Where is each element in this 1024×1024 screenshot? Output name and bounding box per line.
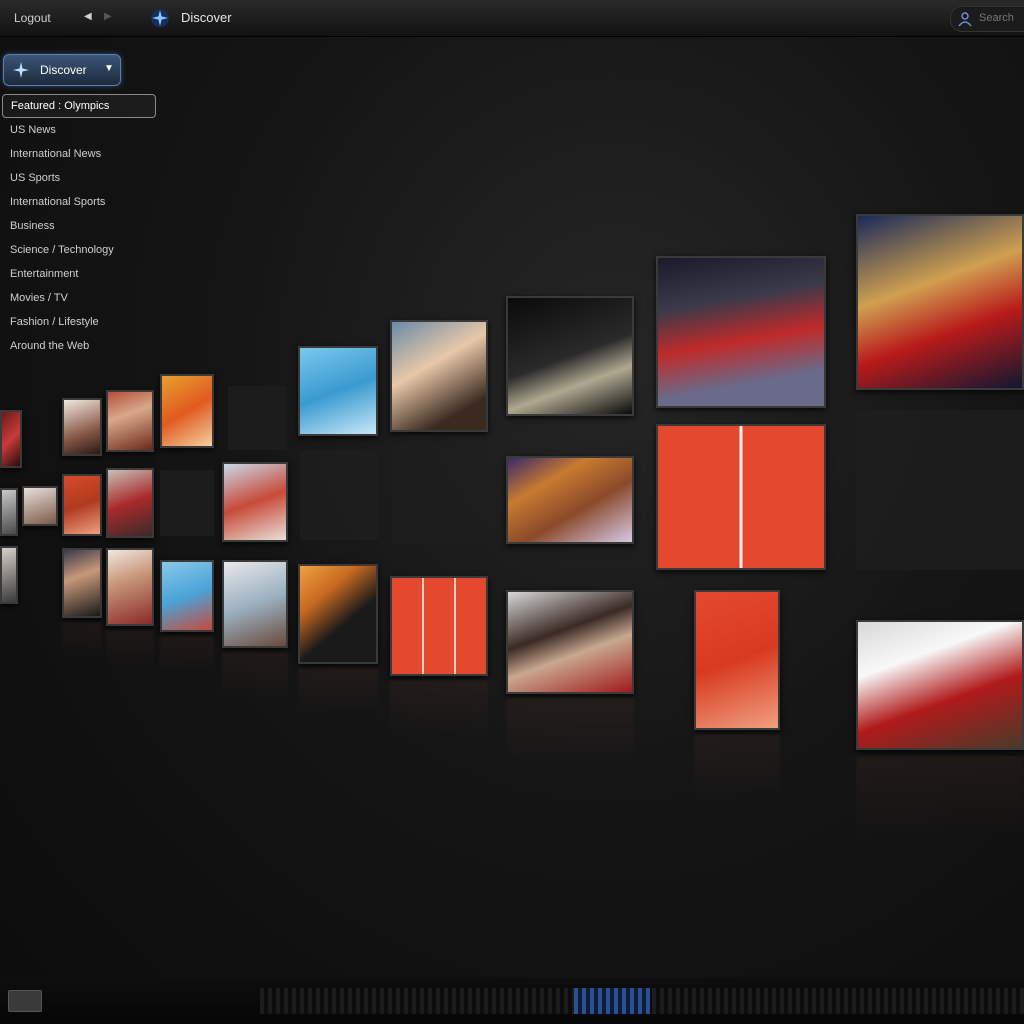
tile-reflection: [160, 636, 214, 676]
tile-woman-portrait[interactable]: [62, 398, 102, 456]
discover-label: Discover: [40, 63, 87, 77]
tile-team-photo[interactable]: [106, 390, 154, 452]
tile-medal-celebration[interactable]: [506, 456, 634, 544]
tile-reflection: [506, 698, 634, 768]
tile-beam-pose[interactable]: [506, 296, 634, 416]
empty-tile-slot: [392, 444, 488, 544]
menu-item-movies-tv[interactable]: Movies / TV: [0, 286, 170, 310]
empty-tile-slot: [300, 450, 378, 540]
tile-blonde-gymnast[interactable]: [390, 320, 488, 432]
menu-item-science-technology[interactable]: Science / Technology: [0, 238, 170, 262]
tile-small-edge-2[interactable]: [0, 546, 18, 604]
tile-reflection: [390, 680, 488, 740]
tile-panama-flag[interactable]: [856, 620, 1024, 750]
tile-athlete-red-edge[interactable]: [0, 410, 22, 468]
menu-item-business[interactable]: Business: [0, 214, 170, 238]
menu-item-featured-olympics[interactable]: Featured : Olympics: [2, 94, 156, 118]
tile-reflection: [106, 630, 154, 670]
discover-dropdown-button[interactable]: Discover ▼: [3, 54, 121, 86]
tile-two-sprinters-red[interactable]: [656, 424, 826, 570]
scrubber-handle[interactable]: [574, 988, 650, 1014]
menu-item-international-sports[interactable]: International Sports: [0, 190, 170, 214]
empty-tile-slot: [856, 410, 1024, 570]
tile-gold-gymnast-closeup[interactable]: [856, 214, 1024, 390]
tile-man-cap-portrait[interactable]: [506, 590, 634, 694]
chevron-down-icon: ▼: [104, 63, 114, 74]
empty-tile-slot: [160, 470, 214, 536]
tile-sprinter-red[interactable]: [694, 590, 780, 730]
menu-item-around-the-web[interactable]: Around the Web: [0, 334, 170, 358]
tile-swimmers-blue[interactable]: [160, 560, 214, 632]
tile-runner-on-track[interactable]: [222, 462, 288, 542]
tile-small-edge-1[interactable]: [0, 488, 18, 536]
menu-item-us-sports[interactable]: US Sports: [0, 166, 170, 190]
tile-small-portrait-1[interactable]: [22, 486, 58, 526]
timeline-scrubber[interactable]: [260, 988, 1024, 1014]
tile-red-runners-small[interactable]: [62, 474, 102, 536]
menu-item-entertainment[interactable]: Entertainment: [0, 262, 170, 286]
tile-reflection: [62, 622, 102, 662]
tile-three-runners-red[interactable]: [390, 576, 488, 676]
tile-reflection: [856, 756, 1024, 846]
tile-beam-gymnast-red[interactable]: [656, 256, 826, 408]
tile-gymnast-orange[interactable]: [160, 374, 214, 448]
empty-tile-slot: [228, 386, 286, 450]
tile-woman-singer[interactable]: [298, 564, 378, 664]
bottom-bar: [0, 978, 1024, 1024]
menu-item-fashion-lifestyle[interactable]: Fashion / Lifestyle: [0, 310, 170, 334]
tile-reflection: [298, 668, 378, 718]
menu-item-international-news[interactable]: International News: [0, 142, 170, 166]
tile-race-pack[interactable]: [222, 560, 288, 648]
tile-reflection: [222, 652, 288, 702]
menu-item-us-news[interactable]: US News: [0, 118, 170, 142]
tile-woman-headshot[interactable]: [62, 548, 102, 618]
discover-star-icon: [13, 62, 29, 78]
tile-synchro-swimmers[interactable]: [298, 346, 378, 436]
view-toggle-button[interactable]: [8, 990, 42, 1012]
tile-athlete-red-small[interactable]: [106, 468, 154, 538]
tile-reflection: [694, 734, 780, 804]
category-menu: Featured : Olympics US News Internationa…: [0, 94, 170, 358]
tile-cheering-woman[interactable]: [106, 548, 154, 626]
